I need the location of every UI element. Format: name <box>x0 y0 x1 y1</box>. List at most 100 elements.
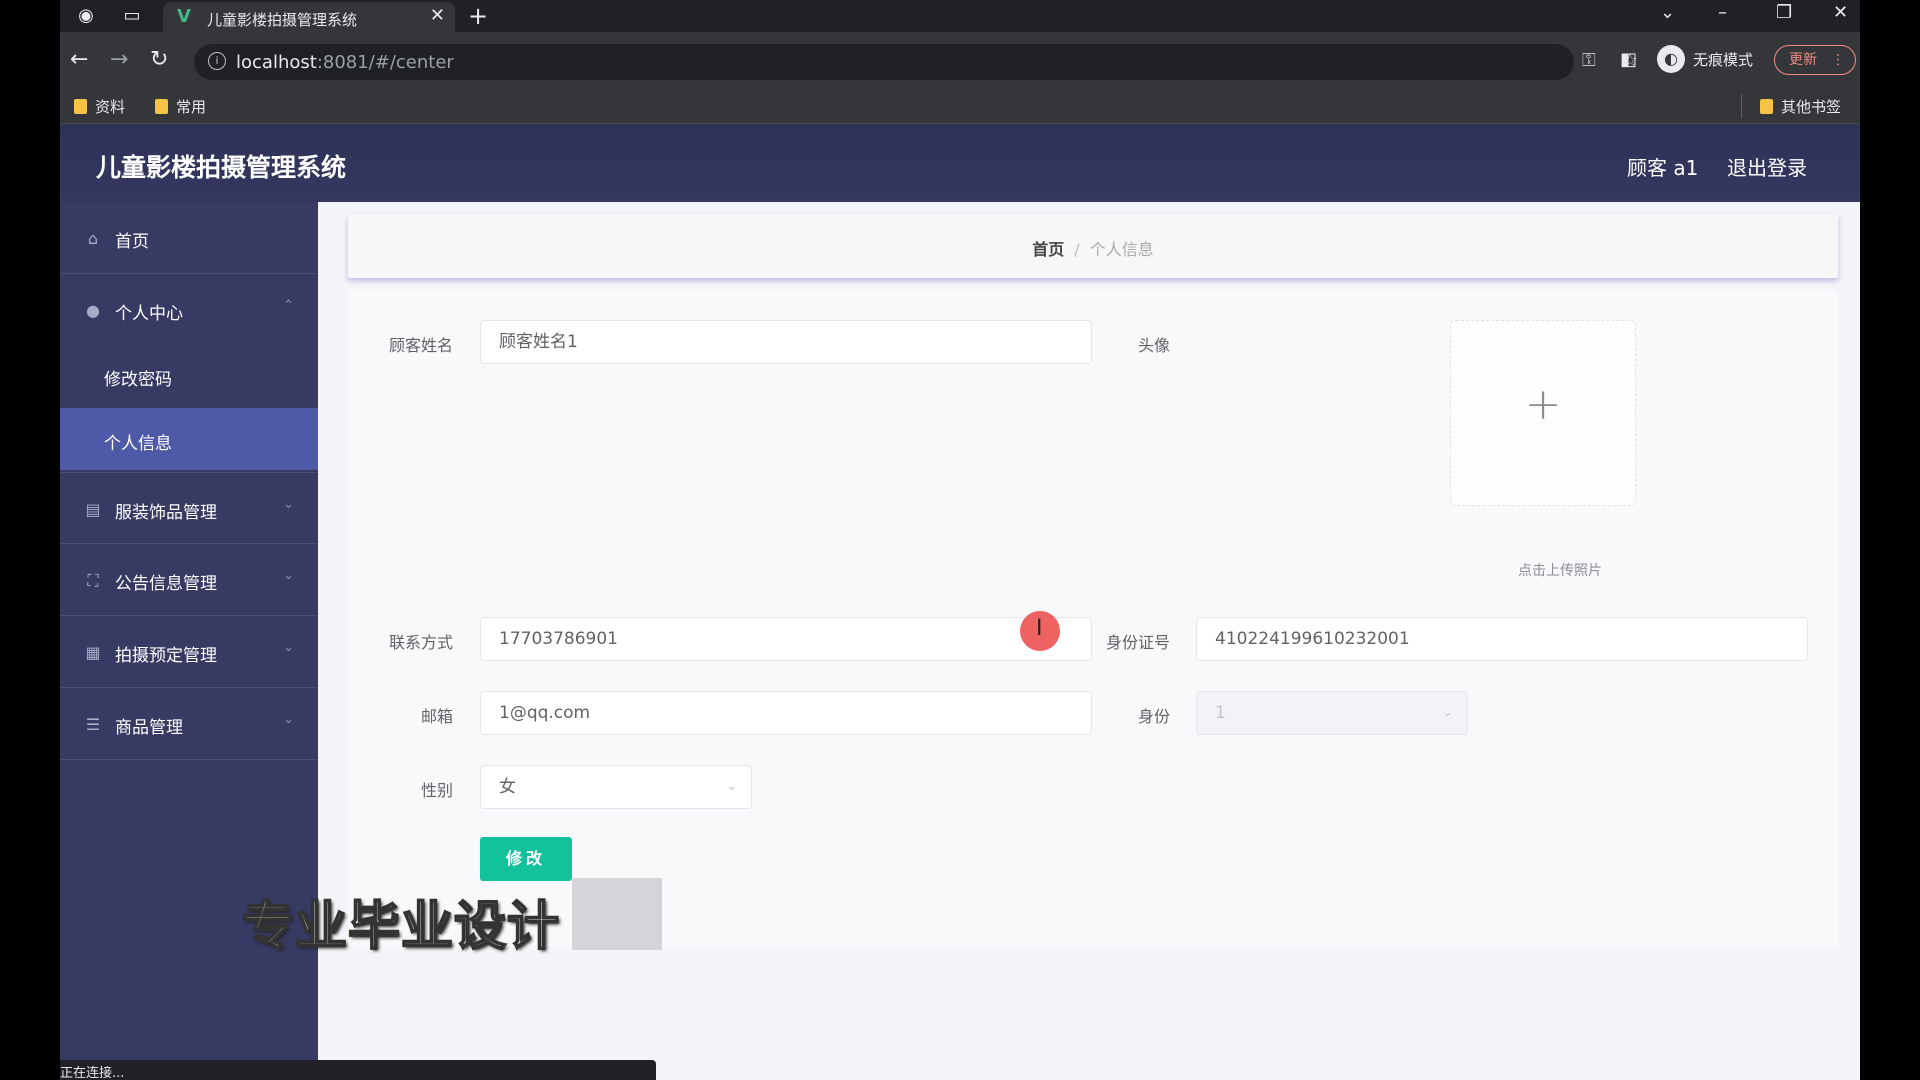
sidebar-item-notice[interactable]: ⛶ 公告信息管理 ⌄ <box>60 544 318 616</box>
sidebar-item-product[interactable]: ☰ 商品管理 ⌄ <box>60 688 318 760</box>
tab-title: 儿童影楼拍摄管理系统 <box>207 11 358 29</box>
app-header: 儿童影楼拍摄管理系统 顾客 a1 退出登录 <box>60 124 1860 202</box>
watermark-text: 专业毕业设计 <box>241 896 561 958</box>
back-icon[interactable]: ← <box>70 46 88 74</box>
identity-select: 1 ⌄ <box>1196 691 1468 735</box>
new-tab-icon[interactable]: + <box>468 2 488 30</box>
forward-icon[interactable]: → <box>110 46 128 74</box>
clipboard-icon: ▤ <box>85 500 101 519</box>
url-path: :8081/#/center <box>316 52 454 73</box>
breadcrumb-trail: 首页 / 个人信息 <box>348 236 1838 260</box>
browser-window: ◉ ▭ V 儿童影楼拍摄管理系统 ✕ + ⌄ – ❐ ✕ ← → ↻ i loc… <box>60 0 1860 1080</box>
sidebar-item-label: 公告信息管理 <box>115 574 217 594</box>
avatar-label: 头像 <box>1137 336 1170 355</box>
chevron-down-icon: ⌄ <box>283 497 294 512</box>
bookmark-label: 其他书签 <box>1781 98 1842 116</box>
email-label: 邮箱 <box>420 707 453 726</box>
identity-label: 身份 <box>1137 707 1170 726</box>
name-input[interactable]: 顾客姓名1 <box>480 320 1092 364</box>
submit-button[interactable]: 修改 <box>480 837 572 881</box>
bookmark-label: 常用 <box>176 98 207 116</box>
chevron-down-icon: ⌄ <box>283 712 294 727</box>
window-close-icon[interactable]: ✕ <box>1833 2 1848 23</box>
sidebar-item-booking[interactable]: ▦ 拍摄预定管理 ⌄ <box>60 616 318 688</box>
identity-value: 1 <box>1215 703 1226 723</box>
chevron-down-icon: ⌄ <box>1442 705 1453 720</box>
frame-icon: ⛶ <box>87 571 99 590</box>
sidebar-item-label: 首页 <box>115 232 149 252</box>
more-menu-icon[interactable]: ⋮ <box>1831 46 1845 74</box>
avatar-upload[interactable]: + <box>1450 320 1636 506</box>
browser-globe-icon[interactable]: ◉ <box>74 4 98 28</box>
shelf-icon: ☰ <box>85 715 101 734</box>
side-panel-icon[interactable]: ◧ <box>1620 46 1637 74</box>
gender-label: 性别 <box>420 781 453 800</box>
breadcrumb-current: 个人信息 <box>1089 240 1154 259</box>
vue-favicon-icon: V <box>177 6 191 27</box>
app-title: 儿童影楼拍摄管理系统 <box>96 153 347 182</box>
sidebar-item-label: 商品管理 <box>115 718 183 738</box>
address-bar[interactable]: i localhost:8081/#/center ⚿ ☆ <box>194 44 1638 80</box>
bookmark-divider <box>1741 94 1742 118</box>
plus-icon: + <box>1524 379 1562 430</box>
gender-select[interactable]: 女 ⌄ <box>480 765 752 809</box>
profile-form: 顾客姓名 顾客姓名1 头像 + 点击上传照片 联系方式 17703786901 … <box>348 290 1838 946</box>
chevron-up-icon: ⌃ <box>283 298 294 313</box>
status-bar: 正在连接... <box>60 1060 656 1080</box>
url-host: localhost <box>236 52 317 73</box>
sidebar-item-personal-info[interactable]: 个人信息 <box>60 408 318 470</box>
grid-icon: ▦ <box>85 643 101 662</box>
update-button[interactable]: 更新 ⋮ <box>1774 45 1856 75</box>
folder-icon <box>155 99 168 114</box>
bookmark-folder-changyong[interactable]: 常用 <box>155 96 206 117</box>
browser-toolbar: ← → ↻ i localhost:8081/#/center ⚿ ☆ ◧ ◐ … <box>60 32 1860 88</box>
breadcrumb-separator: / <box>1074 240 1080 259</box>
sidebar-item-label: 拍摄预定管理 <box>115 646 217 666</box>
folder-icon <box>1760 99 1773 114</box>
reload-icon[interactable]: ↻ <box>150 46 168 74</box>
blurred-region <box>572 878 662 950</box>
bookmark-folder-ziliao[interactable]: 资料 <box>74 96 125 117</box>
breadcrumb-home[interactable]: 首页 <box>1032 240 1064 259</box>
sidebar-item-personal-center[interactable]: ● 个人中心 ⌃ <box>60 274 318 346</box>
active-tab[interactable]: V 儿童影楼拍摄管理系统 ✕ <box>163 2 455 32</box>
tab-close-icon[interactable]: ✕ <box>430 5 445 26</box>
phone-label: 联系方式 <box>388 633 453 652</box>
home-icon: ⌂ <box>87 229 99 248</box>
gender-value: 女 <box>499 777 516 797</box>
bookmark-label: 资料 <box>95 98 126 116</box>
tab-list-chevron-icon[interactable]: ⌄ <box>1660 2 1675 23</box>
email-input[interactable]: 1@qq.com <box>480 691 1092 735</box>
sidebar-item-label: 个人中心 <box>115 304 183 324</box>
status-text: 正在连接... <box>60 1066 125 1080</box>
url-text[interactable]: localhost:8081/#/center <box>236 52 454 73</box>
chevron-down-icon: ⌄ <box>726 779 737 794</box>
site-info-icon[interactable]: i <box>208 52 226 70</box>
phone-input[interactable]: 17703786901 <box>480 617 1092 661</box>
current-user: 顾客 a1 <box>1627 156 1699 180</box>
logout-link[interactable]: 退出登录 <box>1727 152 1807 181</box>
chevron-down-icon: ⌄ <box>283 640 294 655</box>
update-label: 更新 <box>1789 52 1817 68</box>
minimize-icon[interactable]: – <box>1718 2 1727 23</box>
name-label: 顾客姓名 <box>388 336 453 355</box>
folder-icon <box>74 99 87 114</box>
sidebar-item-clothing[interactable]: ▤ 服装饰品管理 ⌄ <box>60 472 318 544</box>
chevron-down-icon: ⌄ <box>283 568 294 583</box>
key-icon[interactable]: ⚿ <box>1582 50 1596 71</box>
incognito-label[interactable]: 无痕模式 <box>1693 49 1753 70</box>
sidebar-item-home[interactable]: ⌂ 首页 <box>60 202 318 274</box>
other-bookmarks[interactable]: 其他书签 <box>1760 96 1841 117</box>
sidebar-item-label: 个人信息 <box>104 434 172 454</box>
id-number-input[interactable]: 410224199610232001 <box>1196 617 1808 661</box>
upload-tip: 点击上传照片 <box>1518 563 1602 579</box>
id-number-label: 身份证号 <box>1105 633 1170 652</box>
tab-search-icon[interactable]: ▭ <box>120 4 144 28</box>
incognito-icon[interactable]: ◐ <box>1657 45 1685 73</box>
restore-icon[interactable]: ❐ <box>1776 2 1792 23</box>
sidebar-item-label: 修改密码 <box>104 370 172 390</box>
breadcrumb: 首页 / 个人信息 <box>348 214 1838 278</box>
sidebar-item-change-password[interactable]: 修改密码 <box>60 344 318 406</box>
sidebar-item-label: 服装饰品管理 <box>115 503 217 523</box>
user-icon: ● <box>86 301 100 320</box>
